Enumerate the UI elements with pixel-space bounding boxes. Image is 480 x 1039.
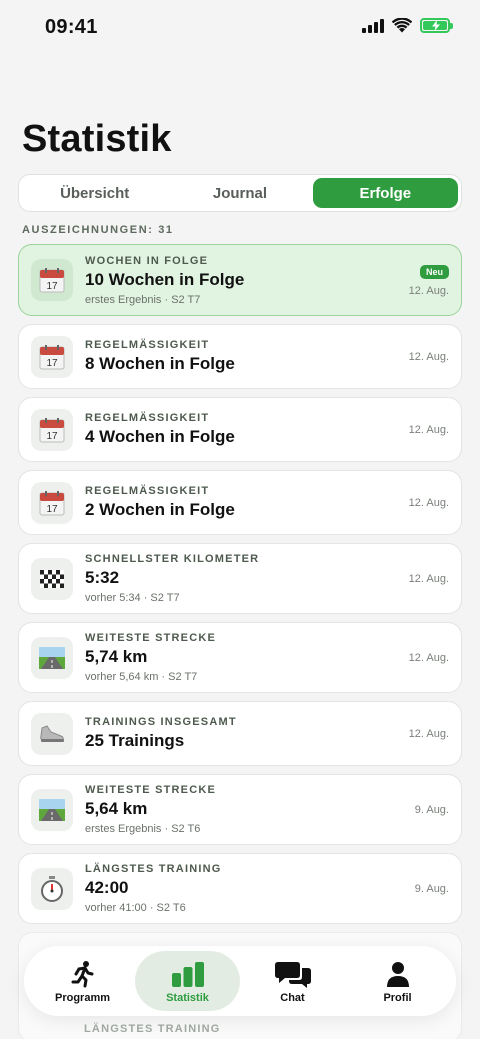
- svg-text:17: 17: [46, 281, 58, 292]
- achievement-date: 12. Aug.: [408, 728, 449, 740]
- calendar-icon: 17: [31, 481, 73, 524]
- achievement-card[interactable]: 17 REGELMÄSSIGKEIT 4 Wochen in Folge 12.…: [18, 397, 462, 462]
- achievement-card[interactable]: SCHNELLSTER KILOMETER 5:32 vorher 5:34 ·…: [18, 543, 462, 614]
- status-bar: 09:41: [0, 0, 480, 54]
- svg-text:17: 17: [46, 431, 58, 442]
- checkered-flag-icon: [31, 557, 73, 600]
- achievement-card[interactable]: TRAININGS INSGESAMT 25 Trainings 12. Aug…: [18, 701, 462, 766]
- achievement-category: WEITESTE STRECKE: [85, 784, 217, 796]
- calendar-icon: 17: [31, 408, 73, 451]
- achievement-subtitle: vorher 5:34 · S2 T7: [85, 592, 180, 604]
- battery-icon: [420, 18, 453, 33]
- achievement-subtitle: vorher 5,64 km · S2 T7: [85, 671, 198, 683]
- section-header: AUSZEICHNUNGEN: 31: [22, 224, 174, 236]
- tab-journal[interactable]: Journal: [167, 178, 312, 208]
- achievement-card[interactable]: WEITESTE STRECKE 5,64 km erstes Ergebnis…: [18, 774, 462, 845]
- achievement-title: 10 Wochen in Folge: [85, 269, 245, 289]
- nav-chat[interactable]: Chat: [240, 951, 345, 1011]
- achievement-date: 12. Aug.: [408, 424, 449, 436]
- bar-chart-icon: [171, 959, 205, 989]
- nav-program-label: Programm: [54, 991, 111, 1004]
- segmented-control: Übersicht Journal Erfolge: [18, 174, 462, 212]
- wifi-icon: [392, 18, 412, 33]
- cellular-signal-icon: [362, 18, 384, 33]
- achievement-date: 12. Aug.: [408, 351, 449, 363]
- achievement-title: 8 Wochen in Folge: [85, 354, 235, 373]
- achievement-category: TRAININGS INSGESAMT: [85, 716, 237, 728]
- achievement-title: 4 Wochen in Folge: [85, 427, 235, 446]
- achievement-title: 5:32: [85, 568, 120, 587]
- achievement-date: 12. Aug.: [408, 497, 449, 509]
- achievement-title: 25 Trainings: [85, 731, 185, 750]
- achievement-title: 42:00: [85, 878, 129, 897]
- nav-program[interactable]: Programm: [30, 951, 135, 1011]
- tab-overview[interactable]: Übersicht: [22, 178, 167, 208]
- status-icons: [362, 18, 453, 33]
- profile-icon: [386, 959, 410, 989]
- nav-statistics-label: Statistik: [166, 991, 209, 1004]
- road-icon: [31, 788, 73, 831]
- achievement-category: REGELMÄSSIGKEIT: [85, 412, 210, 424]
- stopwatch-icon: [31, 867, 73, 910]
- nav-statistics[interactable]: Statistik: [135, 951, 240, 1011]
- chat-icon: [274, 959, 311, 989]
- road-icon: [31, 636, 73, 679]
- achievement-date: 9. Aug.: [414, 883, 449, 895]
- achievement-date: 12. Aug.: [408, 573, 449, 585]
- nav-chat-label: Chat: [280, 991, 305, 1004]
- achievement-title: 2 Wochen in Folge: [85, 500, 235, 519]
- achievement-list: 17 WOCHEN IN FOLGE 10 Wochen in Folge er…: [18, 244, 462, 932]
- achievement-card[interactable]: 17 WOCHEN IN FOLGE 10 Wochen in Folge er…: [18, 244, 462, 316]
- achievement-date: 12. Aug.: [408, 652, 449, 664]
- achievement-card[interactable]: 17 REGELMÄSSIGKEIT 2 Wochen in Folge 12.…: [18, 470, 462, 535]
- achievement-title: 5,64 km: [85, 799, 148, 818]
- svg-text:17: 17: [46, 358, 58, 369]
- achievement-subtitle: erstes Ergebnis · S2 T7: [85, 293, 201, 306]
- new-badge: Neu: [419, 265, 449, 279]
- achievement-date: 12. Aug.: [408, 285, 449, 297]
- shoe-icon: [31, 712, 73, 755]
- achievement-category: WOCHEN IN FOLGE: [85, 254, 209, 267]
- status-time: 09:41: [45, 16, 98, 38]
- svg-text:17: 17: [46, 504, 58, 515]
- page-title: Statistik: [22, 118, 172, 160]
- bottom-tab-bar: Programm Statistik Chat Profil: [24, 946, 456, 1016]
- tab-achievements[interactable]: Erfolge: [312, 178, 458, 208]
- achievement-date: 9. Aug.: [414, 804, 449, 816]
- achievement-category: LÄNGSTES TRAINING: [85, 863, 222, 875]
- achievement-title: 5,74 km: [85, 647, 148, 666]
- achievement-category: REGELMÄSSIGKEIT: [85, 485, 210, 497]
- achievement-card[interactable]: 17 REGELMÄSSIGKEIT 8 Wochen in Folge 12.…: [18, 324, 462, 389]
- runner-icon: [70, 959, 96, 989]
- calendar-icon: 17: [31, 335, 73, 378]
- achievement-card[interactable]: WEITESTE STRECKE 5,74 km vorher 5,64 km …: [18, 622, 462, 693]
- achievement-subtitle: erstes Ergebnis · S2 T6: [85, 823, 201, 835]
- achievement-card[interactable]: LÄNGSTES TRAINING 42:00 vorher 41:00 · S…: [18, 853, 462, 924]
- calendar-icon: 17: [31, 259, 73, 301]
- nav-profile[interactable]: Profil: [345, 951, 450, 1011]
- achievement-category: REGELMÄSSIGKEIT: [85, 339, 210, 351]
- achievement-category: WEITESTE STRECKE: [85, 632, 217, 644]
- nav-profile-label: Profil: [383, 991, 412, 1004]
- achievement-category: SCHNELLSTER KILOMETER: [85, 553, 260, 565]
- achievement-subtitle: vorher 41:00 · S2 T6: [85, 902, 186, 914]
